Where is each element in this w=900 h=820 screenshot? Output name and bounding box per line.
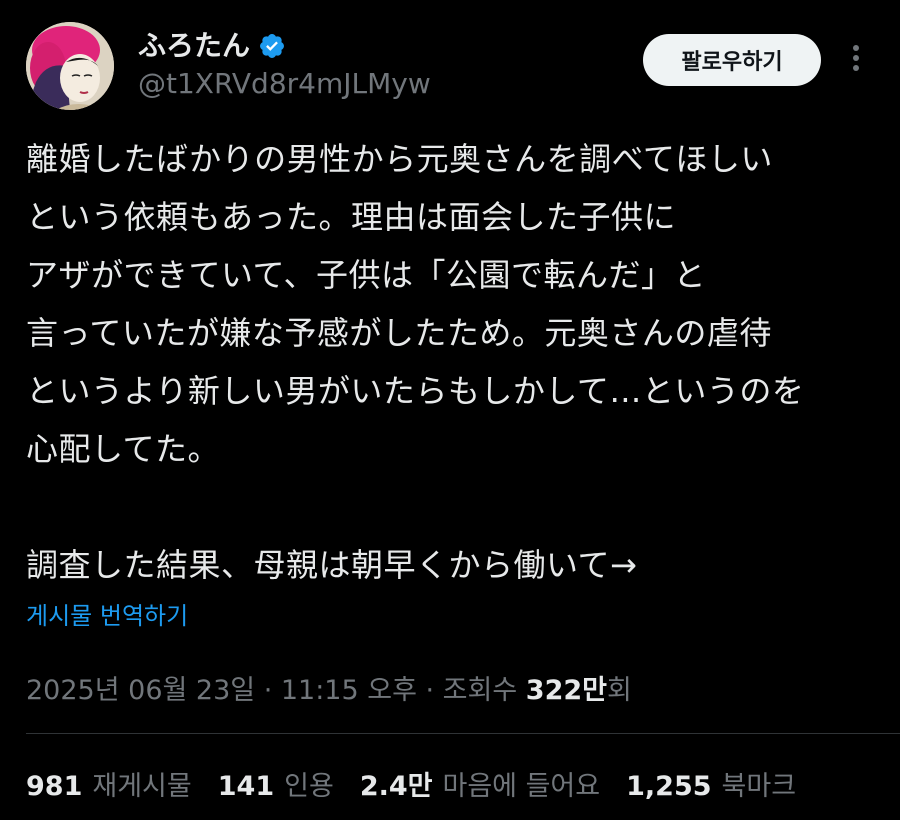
likes-count: 2.4만 [359,771,433,802]
engagement-stats: 981 재게시물 141 인용 2.4만 마음에 들어요 1,255 북마크 [26,764,822,803]
more-vertical-icon[interactable] [844,40,868,76]
post-text-line: アザができていて、子供は「公園で転んだ」と [26,256,706,294]
view-count-suffix: 회 [606,675,632,706]
follow-button[interactable]: 팔로우하기 [643,34,821,86]
ukiyoe-portrait-avatar-icon [26,22,114,110]
post-timestamp[interactable]: 2025년 06월 23일 · 11:15 오후 · 조회수 [26,675,526,706]
post-text: 離婚したばかりの男性から元奥さんを調べてほしい という依頼もあった。理由は面会し… [26,130,882,594]
verified-badge-icon[interactable] [258,32,286,60]
view-count: 322만 [525,675,607,706]
quotes-label: 인용 [284,771,334,802]
avatar[interactable] [26,22,114,110]
user-handle[interactable]: @t1XRVd8r4mJLMyw [138,66,431,102]
reposts-count: 981 [26,771,83,802]
post-meta: 2025년 06월 23일 · 11:15 오후 · 조회수 322만회 [26,668,632,707]
post-text-line: 離婚したばかりの男性から元奥さんを調べてほしい [26,140,773,178]
quotes-stat[interactable]: 141 인용 [218,764,334,803]
likes-stat[interactable]: 2.4만 마음에 들어요 [360,764,600,803]
display-name-row: ふろたん [138,28,431,64]
post-text-line: というより新しい男がいたらもしかして…というのを [26,372,805,410]
post-text-line: という依頼もあった。理由は面会した子供に [26,198,677,236]
divider [26,733,900,734]
display-name[interactable]: ふろたん [138,28,250,64]
post-text-line: 心配してた。 [26,430,221,468]
bookmarks-stat[interactable]: 1,255 북마크 [626,764,796,803]
quotes-count: 141 [217,771,275,802]
user-info: ふろたん @t1XRVd8r4mJLMyw [138,28,431,102]
reposts-stat[interactable]: 981 재게시물 [26,764,192,803]
bookmarks-count: 1,255 [626,771,712,802]
post-header: ふろたん @t1XRVd8r4mJLMyw 팔로우하기 [26,22,874,112]
bookmarks-label: 북마크 [721,771,797,802]
post-text-line: 言っていたが嫌な予感がしたため。元奥さんの虐待 [26,314,772,352]
reposts-label: 재게시물 [92,771,192,802]
translate-post-link[interactable]: 게시물 번역하기 [26,596,188,631]
post-text-line: 調査した結果、母親は朝早くから働いて→ [26,546,638,584]
likes-label: 마음에 들어요 [442,771,601,802]
post-text-line [26,478,882,536]
